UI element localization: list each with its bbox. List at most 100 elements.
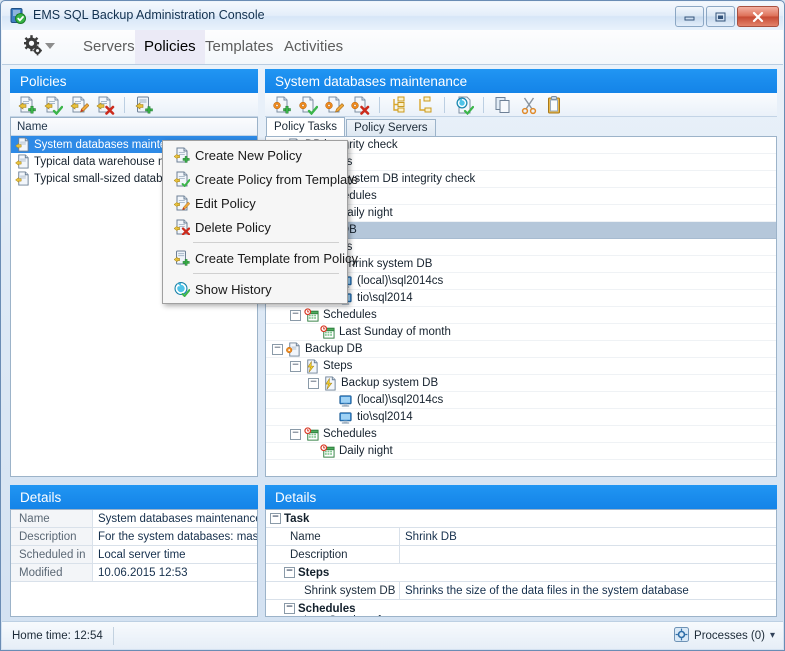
tab-policies[interactable]: Policies: [135, 30, 205, 64]
status-divider: [112, 626, 114, 645]
application-menu-button[interactable]: [18, 33, 64, 61]
minimize-button[interactable]: [675, 6, 704, 27]
create-task-from-template-icon[interactable]: [297, 94, 319, 116]
tree-expander-collapse[interactable]: −: [290, 428, 301, 440]
tab-templates[interactable]: Templates: [196, 30, 282, 64]
task-detail-value: [400, 546, 776, 563]
policy-detail-label: Name: [11, 510, 93, 527]
tree-row[interactable]: − Schedules: [266, 307, 776, 324]
step-icon: [322, 375, 337, 391]
policy-tasks-panel-header: System databases maintenance: [265, 69, 777, 93]
task-detail-label: Name: [266, 528, 400, 545]
create-new-policy-icon[interactable]: [16, 94, 38, 116]
tab-activities[interactable]: Activities: [275, 30, 352, 64]
toolbar-separator: [124, 96, 125, 113]
toolbar-separator: [483, 96, 484, 113]
edit-task-icon[interactable]: [323, 94, 345, 116]
copy-icon[interactable]: [492, 94, 514, 116]
paste-icon[interactable]: [544, 94, 566, 116]
policies-toolbar: [10, 93, 258, 117]
tree-row-label: Daily night: [339, 445, 393, 457]
toolbar-separator: [444, 96, 445, 113]
tree-row-label: System DB integrity check: [341, 173, 476, 185]
task-detail-group: − Task: [266, 510, 776, 528]
collapse-all-icon[interactable]: [414, 94, 436, 116]
context-menu-item[interactable]: Delete Policy: [163, 215, 347, 239]
create-new-task-icon[interactable]: [271, 94, 293, 116]
tree-expander-collapse[interactable]: −: [290, 360, 301, 372]
processes-icon: [674, 626, 690, 645]
policy-detail-value: System databases maintenance: [98, 512, 257, 525]
show-history-icon[interactable]: [453, 94, 475, 116]
edit-policy-icon[interactable]: [68, 94, 90, 116]
tab-policy-servers[interactable]: Policy Servers: [346, 119, 436, 137]
expand-all-icon[interactable]: [388, 94, 410, 116]
tab-policy-tasks[interactable]: Policy Tasks: [266, 117, 346, 137]
create-template-from-policy-icon[interactable]: [133, 94, 155, 116]
context-menu-item[interactable]: Show History: [163, 277, 347, 301]
task-detail-row: Description: [266, 546, 776, 564]
context-menu-item-label: Delete Policy: [195, 219, 271, 235]
tree-row-label: (local)\sql2014cs: [357, 394, 444, 406]
server-icon: [338, 393, 353, 408]
tab-servers[interactable]: Servers: [74, 30, 144, 64]
tree-row[interactable]: Last Sunday of month: [266, 324, 776, 341]
task-detail-group-expander[interactable]: −: [284, 567, 295, 578]
context-menu-item[interactable]: Create Template from Policy: [163, 246, 358, 270]
task-detail-group-expander[interactable]: −: [284, 603, 295, 614]
close-button[interactable]: [737, 6, 779, 27]
tree-row[interactable]: − Backup system DB: [266, 375, 776, 392]
tree-row[interactable]: Daily night: [266, 443, 776, 460]
tree-expander-collapse[interactable]: −: [290, 309, 301, 321]
processes-dropdown-arrow[interactable]: ▾: [770, 630, 775, 641]
title-bar: EMS SQL Backup Administration Console: [2, 2, 783, 30]
context-menu-separator: [193, 273, 339, 274]
tree-row-label: Backup DB: [305, 343, 363, 355]
context-menu-item-label: Show History: [195, 281, 272, 297]
context-menu-item[interactable]: Create New Policy: [163, 143, 347, 167]
task-details-grid: − Task Name Shrink DB Description − Steps Shrin…: [265, 509, 777, 617]
create-new-policy-icon: [169, 147, 195, 163]
task-detail-group-label: Schedules: [298, 602, 356, 615]
create-template-from-policy-icon: [169, 250, 195, 266]
tree-row[interactable]: − Backup DB: [266, 341, 776, 358]
window-controls: [675, 6, 779, 27]
policy-detail-value: For the system databases: master, mode: [98, 530, 257, 543]
tree-row-label: Schedules: [323, 428, 377, 440]
task-detail-group: − Steps: [266, 564, 776, 582]
tree-row[interactable]: (local)\sql2014cs: [266, 392, 776, 409]
task-details-header: Details: [265, 485, 777, 509]
policy-details-header: Details: [10, 485, 258, 509]
delete-task-icon[interactable]: [349, 94, 371, 116]
tree-row-label: (local)\sql2014cs: [357, 275, 444, 287]
home-time-label: Home time: 12:54: [12, 629, 103, 642]
context-menu-item-label: Create Policy from Template: [195, 171, 359, 187]
task-detail-group-expander[interactable]: −: [270, 513, 281, 524]
policy-tasks-toolbar: [265, 93, 777, 117]
tree-expander-collapse[interactable]: −: [272, 343, 283, 355]
context-menu-item[interactable]: Edit Policy: [163, 191, 347, 215]
context-menu-item-label: Create New Policy: [195, 147, 302, 163]
application-window: EMS SQL Backup Administration Console Se…: [0, 0, 785, 651]
tree-row[interactable]: − Steps: [266, 358, 776, 375]
policy-details-title: Details: [20, 489, 62, 505]
maximize-button[interactable]: [706, 6, 735, 27]
processes-button[interactable]: Processes (0) ▾: [674, 626, 783, 645]
cut-icon[interactable]: [518, 94, 540, 116]
schedules-icon: [304, 307, 319, 323]
create-policy-from-template-icon[interactable]: [42, 94, 64, 116]
server-icon: [338, 410, 353, 425]
task-detail-label: Shrink system DB: [266, 582, 400, 599]
policy-detail-label: Description: [11, 528, 93, 545]
tree-expander-collapse[interactable]: −: [308, 377, 319, 389]
context-menu-item[interactable]: Create Policy from Template: [163, 167, 358, 191]
edit-policy-icon: [169, 195, 195, 211]
status-bar: Home time: 12:54 Processes (0) ▾: [2, 621, 783, 649]
policy-context-menu[interactable]: Create New Policy Create Policy from Temp…: [162, 140, 358, 304]
tree-row-label: Schedules: [323, 309, 377, 321]
tree-row[interactable]: − Schedules: [266, 426, 776, 443]
delete-policy-icon[interactable]: [94, 94, 116, 116]
context-menu-item-label: Edit Policy: [195, 195, 256, 211]
tree-row[interactable]: tio\sql2014: [266, 409, 776, 426]
task-detail-row: Name Shrink DB: [266, 528, 776, 546]
